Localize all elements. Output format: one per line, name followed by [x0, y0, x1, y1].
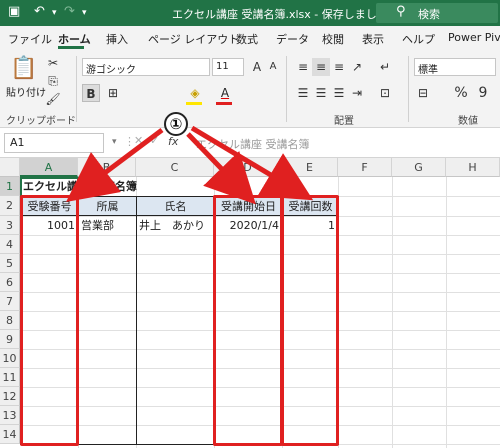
arrow-to-column-a	[66, 128, 164, 202]
arrow-to-column-e	[190, 125, 314, 201]
annotation-arrows	[66, 125, 314, 205]
callout-number-badge: ①	[164, 112, 188, 136]
